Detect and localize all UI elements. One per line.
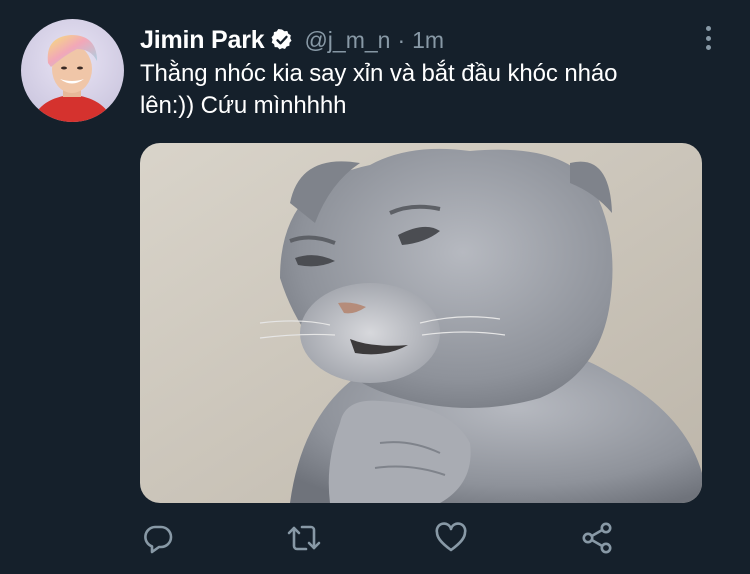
tweet-card: Jimin Park @j_m_n · 1m Thằng nhóc kia sa… (0, 0, 750, 574)
tweet-header: Jimin Park @j_m_n · 1m (140, 24, 444, 56)
dot (705, 35, 711, 41)
timestamp[interactable]: 1m (412, 27, 444, 54)
separator-dot: · (397, 26, 406, 53)
reply-icon[interactable] (138, 518, 178, 558)
tweet-text-line-2: lên:)) Cứu mìnhhhh (140, 92, 347, 119)
tweet-media-image[interactable] (140, 143, 702, 503)
user-handle[interactable]: @j_m_n (304, 27, 390, 54)
retweet-icon[interactable] (284, 518, 324, 558)
heart-icon[interactable] (431, 518, 471, 558)
dot (705, 45, 711, 50)
verified-badge-icon (270, 28, 294, 52)
tweet-text: Thằng nhóc kia say xỉn và bắt đầu khóc n… (140, 58, 720, 122)
tweet-text-line-1: Thằng nhóc kia say xỉn và bắt đầu khóc n… (140, 60, 618, 87)
display-name[interactable]: Jimin Park (140, 26, 265, 55)
share-icon[interactable] (577, 518, 617, 558)
avatar[interactable] (21, 19, 124, 122)
more-options-icon[interactable] (696, 24, 720, 52)
tweet-actions (0, 518, 750, 558)
dot (705, 26, 711, 31)
